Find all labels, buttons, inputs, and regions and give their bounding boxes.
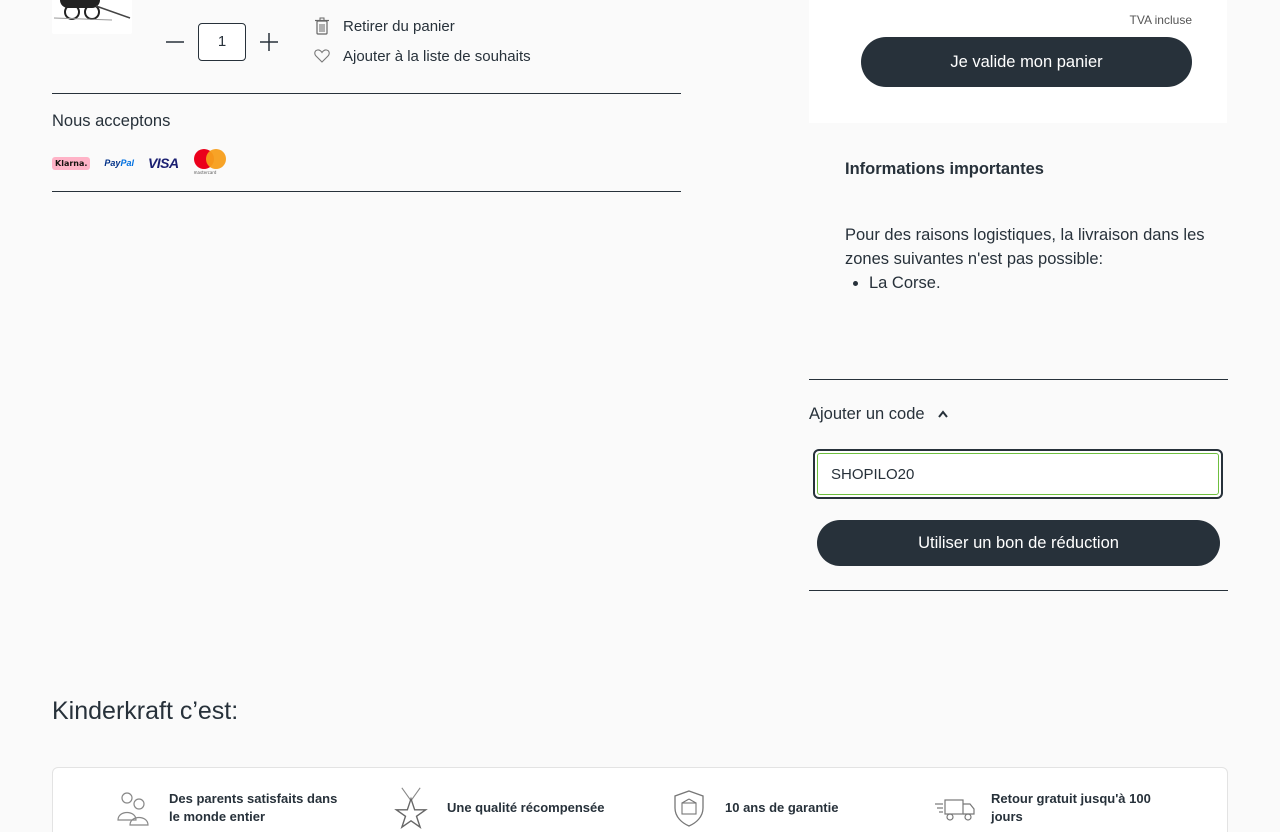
coupon-code-input[interactable] [817, 453, 1219, 495]
product-thumbnail[interactable] [52, 0, 132, 34]
remove-from-cart-link[interactable]: Retirer du panier [314, 16, 455, 36]
coupon-code-field [813, 449, 1223, 499]
list-item: La Corse. [869, 271, 941, 295]
feature-label: Une qualité récompensée [447, 800, 605, 815]
visa-logo: VISA [147, 155, 179, 171]
mastercard-logo-text: mastercard [193, 170, 217, 175]
trash-icon [314, 17, 330, 35]
paypal-logo-text-a: Pay [104, 158, 121, 168]
shield-warranty-icon [667, 786, 711, 830]
validate-cart-button[interactable]: Je valide mon panier [861, 37, 1192, 87]
add-code-toggle[interactable]: Ajouter un code [809, 405, 949, 424]
divider [809, 379, 1228, 380]
klarna-logo: Klarna. [52, 156, 91, 170]
feature-item: Des parents satisfaits dans le monde ent… [111, 786, 349, 830]
brand-section-title: Kinderkraft c’est: [52, 697, 239, 725]
feature-label: Des parents satisfaits dans le monde ent… [169, 791, 338, 824]
payment-logos: Klarna. PayPal VISA mastercard [52, 149, 227, 177]
info-title: Informations importantes [845, 160, 1044, 178]
add-code-label: Ajouter un code [809, 405, 925, 423]
apply-voucher-button[interactable]: Utiliser un bon de réduction [817, 520, 1220, 566]
chevron-up-icon [937, 405, 949, 424]
tax-note: TVA incluse [1129, 13, 1192, 27]
payments-title: Nous acceptons [52, 112, 171, 130]
divider [52, 93, 681, 94]
parents-icon [111, 786, 155, 830]
heart-icon [314, 47, 330, 65]
feature-label: Retour gratuit jusqu'à 100 jours [991, 791, 1151, 824]
feature-item: Une qualité récompensée [389, 786, 605, 830]
remove-from-cart-label: Retirer du panier [343, 17, 455, 35]
add-to-wishlist-link[interactable]: Ajouter à la liste de souhaits [314, 46, 531, 66]
award-star-icon [389, 786, 433, 830]
brand-features-bar: Des parents satisfaits dans le monde ent… [52, 767, 1228, 832]
add-to-wishlist-label: Ajouter à la liste de souhaits [343, 47, 531, 65]
feature-item: Retour gratuit jusqu'à 100 jours [933, 786, 1171, 830]
quantity-input[interactable]: 1 [198, 23, 246, 61]
excluded-zones-list: La Corse. [845, 271, 941, 295]
divider [52, 191, 681, 192]
info-text: Pour des raisons logistiques, la livrais… [845, 226, 1205, 268]
quantity-increase-button[interactable] [256, 28, 282, 54]
delivery-truck-icon [933, 786, 977, 830]
paypal-logo: PayPal [104, 158, 134, 168]
mastercard-logo: mastercard [193, 149, 227, 177]
feature-item: 10 ans de garantie [667, 786, 838, 830]
quantity-decrease-button[interactable] [162, 28, 188, 54]
paypal-logo-text-b: Pal [120, 158, 134, 168]
feature-label: 10 ans de garantie [725, 800, 839, 815]
divider [809, 590, 1228, 591]
